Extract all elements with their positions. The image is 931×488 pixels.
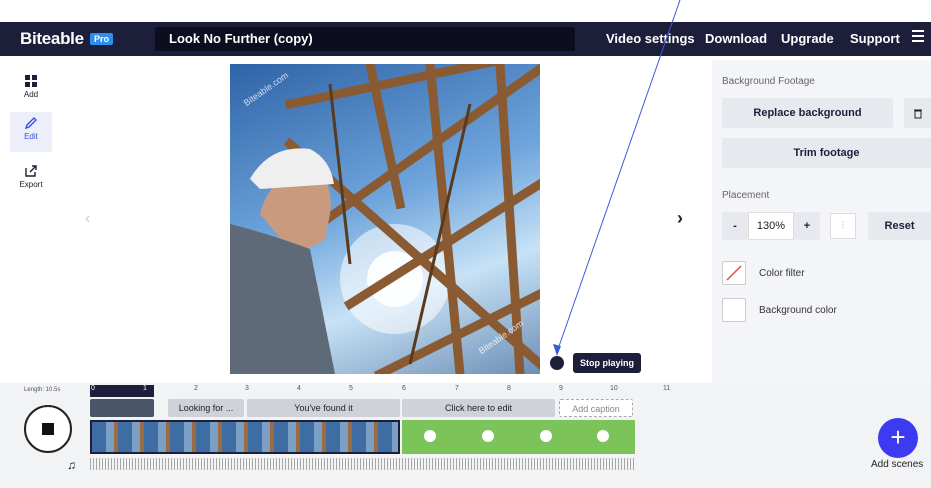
music-note-icon[interactable]: ♫ [67,458,76,472]
nav-upgrade[interactable]: Upgrade [781,31,834,46]
audio-waveform[interactable] [90,458,635,470]
tick-label: 7 [455,385,459,392]
add-scenes-label: Add scenes [871,459,924,470]
timeline: Length: 10.5s 0 1 2 3 4 5 6 7 8 9 10 11 … [0,383,931,488]
trash-icon [913,109,922,119]
background-color-swatch[interactable] [722,298,746,322]
rail-item-label: Export [19,180,43,189]
rail-item-label: Add [23,90,39,99]
add-caption-button[interactable]: Add caption [559,399,633,417]
zoom-value-field[interactable]: 130% [748,212,794,240]
no-color-icon [726,265,742,281]
project-title-input[interactable]: Look No Further (copy) [155,27,575,51]
flip-icon: ⫶ [841,220,845,232]
rail-item-label: Edit [24,132,38,141]
background-color-label: Background color [759,305,837,316]
stop-playing-button[interactable] [548,354,566,372]
stop-button[interactable] [24,405,72,453]
rail-item-edit[interactable]: Edit [10,112,52,152]
nav-support[interactable]: Support [850,31,900,46]
tick-label: 11 [663,385,671,392]
tick-label: 4 [297,385,301,392]
caption-looking-for[interactable]: Looking for ... [168,399,244,417]
trim-footage-button[interactable]: Trim footage [722,138,931,168]
tick-label: 3 [245,385,249,392]
delete-background-button[interactable] [904,98,931,128]
color-filter-swatch[interactable] [722,261,746,285]
zoom-out-button[interactable]: - [722,212,748,240]
scene-1-thumbnail-strip[interactable] [90,420,400,454]
grid-icon [25,75,37,87]
flip-button[interactable]: ⫶ [830,213,856,239]
add-scenes-button[interactable]: + [878,418,918,458]
tick-label: 1 [143,385,147,392]
brand-logo[interactable]: Biteable [20,29,84,49]
tick-label: 8 [507,385,511,392]
plus-icon: + [890,422,906,452]
replace-background-button[interactable]: Replace background [722,98,893,128]
scene-2-thumbnail-strip[interactable] [402,420,635,454]
stop-icon [42,423,54,435]
background-footage-label: Background Footage [722,76,815,87]
tick-label: 10 [610,385,618,392]
caption-click-to-edit[interactable]: Click here to edit [402,399,555,417]
header-bar: Biteable Pro Look No Further (copy) Vide… [0,22,931,56]
scene-badge-icon [424,430,436,442]
prev-scene-icon[interactable]: ‹ [85,210,90,228]
scene-badge-icon [540,430,552,442]
scene-badge-icon [482,430,494,442]
rail-item-export[interactable]: Export [10,160,52,200]
reset-button[interactable]: Reset [868,212,931,240]
tick-label: 6 [402,385,406,392]
nav-download[interactable]: Download [705,31,767,46]
caption-selected[interactable] [90,399,154,417]
color-filter-label: Color filter [759,268,805,279]
zoom-in-button[interactable]: + [794,212,820,240]
next-scene-icon[interactable]: › [677,208,683,229]
caption-found-it[interactable]: You've found it [247,399,400,417]
tick-label: 9 [559,385,563,392]
header: Biteable Pro Look No Further (copy) Vide… [0,0,931,60]
tick-label: 0 [91,385,95,392]
app-window: Biteable Pro Look No Further (copy) Vide… [0,0,931,488]
video-frame-image [230,64,540,374]
placement-label: Placement [722,190,770,201]
tick-label: 5 [349,385,353,392]
right-panel: Background Footage Replace background Tr… [712,60,931,383]
left-rail: Add Edit Export [0,60,62,383]
stop-playing-tooltip: Stop playing [573,353,641,373]
scene-badge-icon [597,430,609,442]
hamburger-menu-icon[interactable] [912,30,926,44]
tick-label: 2 [194,385,198,392]
export-icon [25,165,37,177]
pro-badge: Pro [90,33,114,45]
video-length: Length: 10.5s [24,387,61,393]
pencil-icon [24,117,37,130]
nav-video-settings[interactable]: Video settings [606,31,695,46]
video-preview[interactable]: Biteable.com Biteable.com [230,64,540,374]
rail-item-add[interactable]: Add [10,70,52,110]
